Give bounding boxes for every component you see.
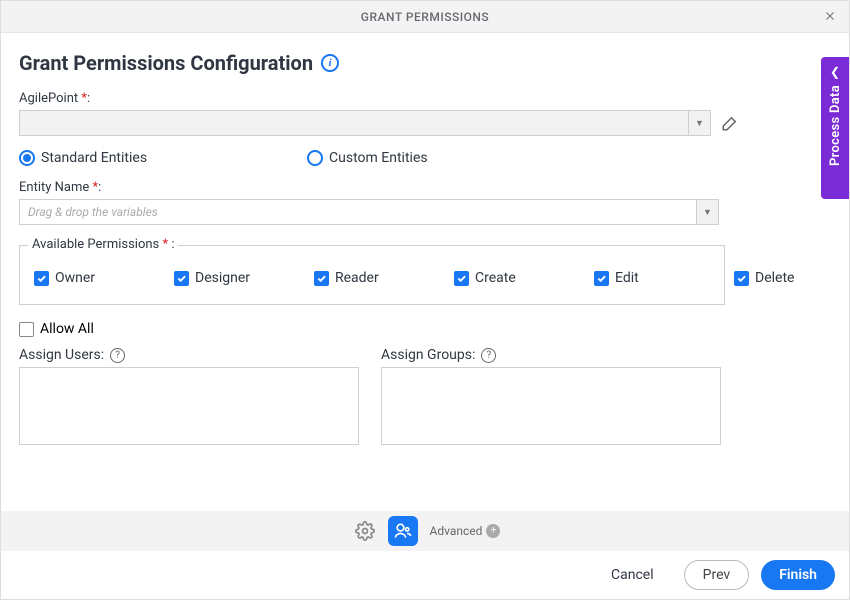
checkbox-unchecked-icon (19, 322, 34, 337)
checkbox-checked-icon (174, 271, 189, 286)
radio-standard-entities[interactable]: Standard Entities (19, 150, 147, 166)
footer: Cancel Prev Finish (1, 551, 849, 599)
permission-delete[interactable]: Delete (734, 270, 814, 286)
permissions-fieldset: Available Permissions * : Owner Designer… (19, 245, 725, 305)
checkbox-checked-icon (34, 271, 49, 286)
checkbox-checked-icon (594, 271, 609, 286)
assign-groups-label: Assign Groups: (381, 347, 475, 363)
radio-standard-label: Standard Entities (41, 150, 147, 166)
checkbox-checked-icon (454, 271, 469, 286)
permission-create[interactable]: Create (454, 270, 534, 286)
plus-icon: + (486, 524, 500, 538)
edit-icon[interactable] (721, 114, 739, 132)
advanced-toggle[interactable]: Advanced + (430, 524, 501, 538)
assign-groups-box[interactable] (381, 367, 721, 445)
checkbox-checked-icon (314, 271, 329, 286)
allow-all-checkbox[interactable]: Allow All (19, 321, 831, 337)
entity-name-label: Entity Name *: (19, 180, 831, 195)
toolbar: Advanced + (1, 511, 849, 551)
chevron-down-icon: ▼ (696, 200, 718, 224)
permission-owner[interactable]: Owner (34, 270, 114, 286)
agilepoint-label: AgilePoint *: (19, 91, 831, 106)
titlebar: GRANT PERMISSIONS (1, 1, 849, 33)
chevron-down-icon: ▼ (688, 111, 710, 135)
assign-users-box[interactable] (19, 367, 359, 445)
entity-name-placeholder: Drag & drop the variables (20, 205, 696, 219)
cancel-button[interactable]: Cancel (593, 560, 672, 590)
permissions-legend: Available Permissions * : (28, 237, 178, 252)
radio-custom-label: Custom Entities (329, 150, 428, 166)
close-icon[interactable] (819, 5, 841, 27)
info-icon[interactable]: i (321, 54, 339, 72)
permission-edit[interactable]: Edit (594, 270, 674, 286)
permission-designer[interactable]: Designer (174, 270, 254, 286)
help-icon[interactable]: ? (481, 348, 496, 363)
radio-custom-entities[interactable]: Custom Entities (307, 150, 428, 166)
assign-users-label: Assign Users: (19, 347, 104, 363)
titlebar-title: GRANT PERMISSIONS (361, 10, 489, 24)
people-button[interactable] (388, 516, 418, 546)
finish-button[interactable]: Finish (761, 560, 835, 590)
prev-button[interactable]: Prev (684, 560, 750, 590)
agilepoint-select[interactable]: ▼ (19, 110, 711, 136)
permission-reader[interactable]: Reader (314, 270, 394, 286)
content: Grant Permissions Configuration i AgileP… (1, 33, 849, 511)
allow-all-label: Allow All (40, 321, 94, 337)
radio-checked-icon (19, 150, 35, 166)
checkbox-checked-icon (734, 271, 749, 286)
entity-name-select[interactable]: Drag & drop the variables ▼ (19, 199, 719, 225)
help-icon[interactable]: ? (110, 348, 125, 363)
settings-button[interactable] (350, 516, 380, 546)
radio-unchecked-icon (307, 150, 323, 166)
page-title: Grant Permissions Configuration (19, 51, 313, 75)
